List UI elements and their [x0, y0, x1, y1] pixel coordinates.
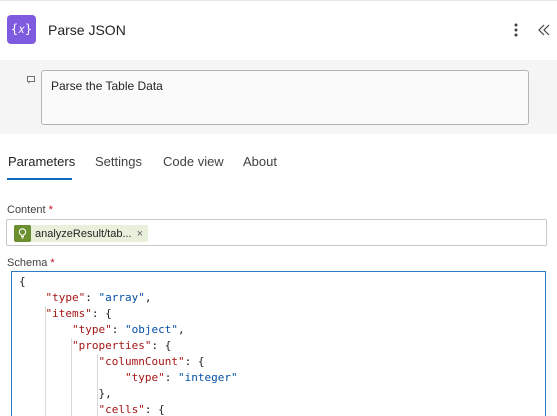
code-line: }, [19, 387, 112, 400]
code-line: "type": "integer" [124, 371, 238, 384]
schema-code: { "type": "array", "items": { "type": "o… [19, 274, 238, 416]
code-line: "type": "object", [71, 323, 185, 336]
remove-token-button[interactable]: × [137, 228, 143, 240]
more-vertical-icon [514, 23, 518, 37]
data-operation-icon: {𝑥} [7, 15, 36, 44]
collapse-panel-button[interactable] [534, 19, 554, 41]
content-label: Content * [7, 204, 53, 216]
action-icon-glyph: {𝑥} [10, 22, 33, 36]
content-input[interactable]: analyzeResult/tab... × [6, 219, 547, 246]
action-header: {𝑥} Parse JSON [0, 0, 557, 61]
code-line: "type": "array", [45, 291, 152, 304]
more-options-button[interactable] [507, 19, 525, 41]
note-icon [27, 76, 35, 84]
tab-bar: Parameters Settings Code view About [0, 150, 557, 182]
token-icon [14, 225, 31, 242]
double-chevron-left-icon [538, 24, 550, 36]
tab-settings[interactable]: Settings [95, 154, 142, 169]
schema-label-text: Schema [7, 257, 48, 269]
lightbulb-icon [18, 228, 27, 239]
code-line: "items": { [45, 307, 112, 320]
token-label: analyzeResult/tab... [35, 227, 132, 240]
description-textarea[interactable]: Parse the Table Data [41, 70, 529, 125]
tab-code-view[interactable]: Code view [163, 154, 224, 169]
active-tab-indicator [7, 178, 72, 180]
tab-parameters[interactable]: Parameters [8, 154, 75, 169]
parse-json-panel: {𝑥} Parse JSON Parse the Table Data Para… [0, 0, 557, 416]
action-title[interactable]: Parse JSON [48, 22, 126, 38]
schema-editor[interactable]: { "type": "array", "items": { "type": "o… [11, 271, 546, 416]
tab-about[interactable]: About [243, 154, 277, 169]
description-text: Parse the Table Data [51, 79, 163, 93]
code-line: { [19, 275, 26, 288]
content-label-text: Content [7, 204, 46, 216]
schema-required-mark: * [50, 257, 55, 269]
dynamic-content-token[interactable]: analyzeResult/tab... × [14, 225, 149, 242]
code-line: "cells": { [98, 403, 165, 416]
code-line: "properties": { [71, 339, 172, 352]
content-required-mark: * [48, 204, 53, 216]
code-line: "columnCount": { [98, 355, 205, 368]
schema-label: Schema * [7, 257, 55, 269]
description-section: Parse the Table Data [0, 60, 557, 134]
